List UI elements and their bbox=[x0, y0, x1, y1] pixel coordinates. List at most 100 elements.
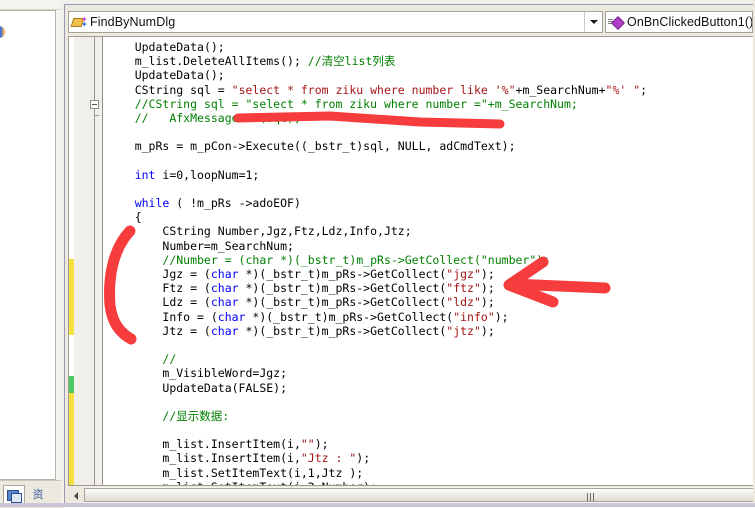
class-selector-value: FindByNumDlg bbox=[90, 15, 176, 29]
sidebar-tab-class-view[interactable] bbox=[3, 484, 25, 505]
code-token: char bbox=[210, 323, 239, 338]
code-token: ); bbox=[480, 281, 495, 296]
code-line: UpdateData(FALSE); bbox=[104, 380, 753, 395]
member-selector-combobox[interactable]: OnBnClickedButton1() bbox=[605, 11, 753, 33]
editor-navigation-bar: ✦ ✦ FindByNumDlg OnBnClickedButton1() bbox=[68, 11, 754, 35]
member-selector-value: OnBnClickedButton1() bbox=[627, 15, 752, 29]
code-token: //显示数据: bbox=[162, 408, 230, 423]
code-token: *)(_bstr_t)m_pRs->GetCollect( bbox=[238, 295, 447, 310]
code-token: *)(_bstr_t)m_pRs->GetCollect( bbox=[245, 309, 454, 324]
sidebar-tab-resource-view[interactable]: 资 bbox=[28, 486, 48, 504]
code-token: ); bbox=[494, 309, 509, 324]
code-token: "Jtz : " bbox=[300, 451, 357, 466]
code-line: m_list.SetItemText(i,1,Jtz ); bbox=[104, 465, 753, 480]
code-line: UpdateData(); bbox=[104, 68, 753, 83]
code-line: Jgz = (char *)(_bstr_t)m_pRs->GetCollect… bbox=[104, 267, 753, 281]
collapse-region-icon[interactable] bbox=[90, 100, 99, 109]
code-token: ; bbox=[640, 82, 648, 97]
code-token: ); bbox=[356, 451, 371, 466]
scrollbar-thumb[interactable] bbox=[84, 488, 754, 502]
code-token: CString Number,Jgz,Ftz,Ldz,Info,Jtz; bbox=[162, 224, 412, 239]
code-token: ); bbox=[480, 323, 495, 338]
code-line: CString sql = "select * from ziku where … bbox=[104, 82, 753, 97]
code-line: m_list.SetItemText(i,2,Number); bbox=[104, 480, 753, 485]
code-token: char bbox=[210, 267, 239, 281]
code-token: char bbox=[210, 295, 239, 310]
class-icon: ✦ ✦ bbox=[69, 15, 89, 29]
code-line: m_list.InsertItem(i,""); bbox=[104, 437, 753, 452]
code-token: Info = ( bbox=[162, 309, 218, 324]
class-selector-combobox[interactable]: ✦ ✦ FindByNumDlg bbox=[68, 11, 603, 33]
code-line: //CString sql = "select * from ziku wher… bbox=[104, 96, 753, 111]
scroll-grip bbox=[587, 493, 594, 501]
code-token: ( !m_pRs ->adoEOF) bbox=[169, 196, 301, 211]
code-line: Ftz = (char *)(_bstr_t)m_pRs->GetCollect… bbox=[104, 281, 753, 296]
window-bottom-edge bbox=[0, 503, 755, 507]
left-dock-panel: 资 bbox=[0, 0, 64, 508]
code-token: "ftz" bbox=[446, 281, 481, 296]
code-token: "jgz" bbox=[446, 267, 481, 281]
code-token: char bbox=[210, 281, 239, 296]
code-token: //清空list列表 bbox=[307, 54, 396, 69]
code-token: int bbox=[134, 167, 156, 182]
code-line: m_pRs = m_pCon->Execute((_bstr_t)sql, NU… bbox=[104, 139, 753, 154]
code-token: "ldz" bbox=[446, 295, 481, 310]
code-token: UpdateData(FALSE); bbox=[162, 380, 288, 395]
code-token: *)(_bstr_t)m_pRs->GetCollect( bbox=[238, 281, 447, 296]
code-token: //CString sql = "select * from ziku wher… bbox=[134, 96, 578, 111]
code-token: { bbox=[134, 210, 142, 225]
code-line: CString Number,Jgz,Ftz,Ldz,Info,Jtz; bbox=[104, 224, 753, 239]
code-line: while ( !m_pRs ->adoEOF) bbox=[104, 196, 753, 211]
code-line: m_VisibleWord=Jgz; bbox=[104, 366, 753, 381]
code-token: "info" bbox=[453, 309, 495, 324]
scroll-left-button[interactable] bbox=[68, 487, 84, 504]
code-line: int i=0,loopNum=1; bbox=[104, 167, 753, 182]
arrow-left-icon bbox=[74, 491, 78, 500]
partial-edge-icon bbox=[0, 26, 5, 38]
code-line: // bbox=[104, 352, 753, 366]
code-pane[interactable]: UpdateData(); m_list.DeleteAllItems(); /… bbox=[68, 36, 754, 486]
code-token: UpdateData(); bbox=[134, 68, 225, 83]
outline-selection-margin[interactable] bbox=[74, 37, 103, 485]
code-line: m_list.InsertItem(i,"Jtz : "); bbox=[104, 451, 753, 466]
code-token: m_pRs = m_pCon->Execute((_bstr_t)sql, NU… bbox=[134, 139, 516, 154]
code-token: ); bbox=[480, 267, 495, 281]
code-token: *)(_bstr_t)m_pRs->GetCollect( bbox=[238, 267, 447, 281]
code-token: +m_SearchNum+ bbox=[515, 82, 606, 97]
code-token: //Number = (char *)(_bstr_t)m_pRs->GetCo… bbox=[162, 252, 551, 267]
code-token: Jtz = ( bbox=[162, 323, 211, 338]
code-token: "%' " bbox=[605, 82, 641, 97]
code-line: Info = (char *)(_bstr_t)m_pRs->GetCollec… bbox=[104, 309, 753, 324]
code-token: Ldz = ( bbox=[162, 295, 211, 310]
code-line: UpdateData(); bbox=[104, 40, 753, 54]
code-text-area[interactable]: UpdateData(); m_list.DeleteAllItems(); /… bbox=[104, 37, 753, 485]
code-token: ); bbox=[314, 437, 329, 452]
code-token: m_VisibleWord=Jgz; bbox=[162, 366, 288, 381]
resource-view-icon: 资 bbox=[32, 488, 44, 501]
code-line: m_list.DeleteAllItems(); //清空list列表 bbox=[104, 54, 753, 69]
left-panel-content bbox=[0, 10, 56, 480]
code-token: "select * from ziku where number like '%… bbox=[231, 82, 516, 97]
code-line: Jtz = (char *)(_bstr_t)m_pRs->GetCollect… bbox=[104, 323, 753, 338]
code-token: *)(_bstr_t)m_pRs->GetCollect( bbox=[238, 323, 447, 338]
horizontal-scrollbar[interactable] bbox=[68, 487, 754, 504]
code-line: //Number = (char *)(_bstr_t)m_pRs->GetCo… bbox=[104, 252, 753, 267]
application-root: 资 ✦ ✦ FindByNumDlg OnBnClickedButton1() … bbox=[0, 0, 755, 508]
scrollbar-track[interactable] bbox=[84, 487, 754, 504]
code-token: Ftz = ( bbox=[162, 281, 211, 296]
code-line: // AfxMessageBox(sql); bbox=[104, 111, 753, 125]
code-token: m_list.DeleteAllItems(); bbox=[134, 54, 308, 69]
code-token: UpdateData(); bbox=[134, 40, 225, 54]
code-token: i=0,loopNum=1; bbox=[155, 167, 260, 182]
code-token: m_list.SetItemText(i,1,Jtz ); bbox=[162, 465, 364, 480]
code-token: "jtz" bbox=[446, 323, 481, 338]
code-token: char bbox=[217, 309, 246, 324]
chevron-down-icon[interactable] bbox=[584, 12, 602, 32]
code-token: Jgz = ( bbox=[162, 267, 211, 281]
